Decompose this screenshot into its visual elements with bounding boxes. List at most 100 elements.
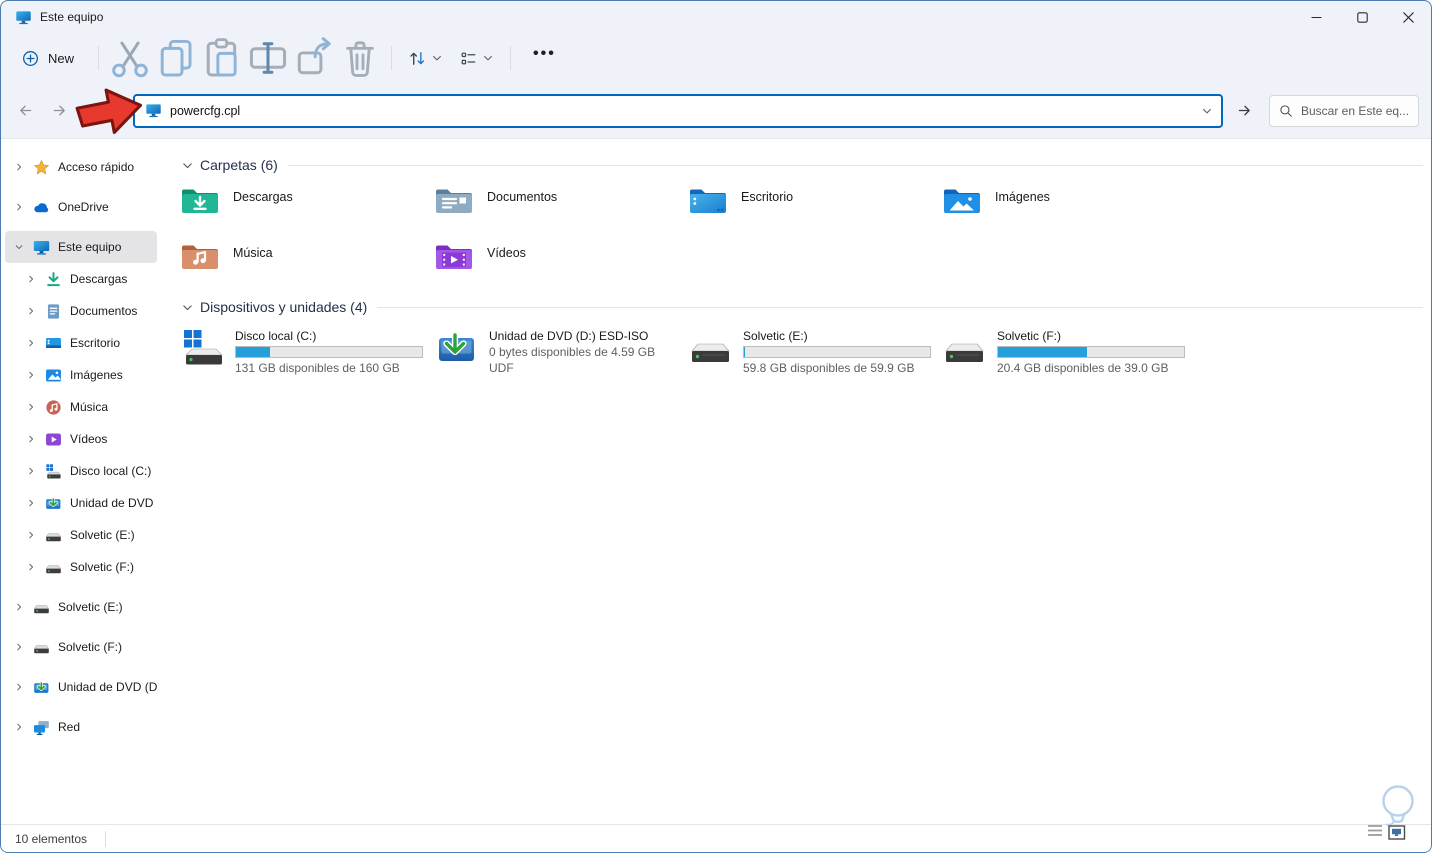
address-input[interactable] bbox=[170, 103, 1195, 118]
chevron-right-icon[interactable] bbox=[23, 527, 39, 543]
forward-button[interactable] bbox=[45, 97, 73, 125]
window-controls bbox=[1293, 1, 1431, 33]
command-bar: New ••• bbox=[1, 33, 1431, 83]
chevron-right-icon[interactable] bbox=[11, 639, 27, 655]
maximize-button[interactable] bbox=[1339, 1, 1385, 33]
downloads-folder-icon bbox=[181, 184, 219, 215]
minimize-button[interactable] bbox=[1293, 1, 1339, 33]
chevron-right-icon[interactable] bbox=[23, 271, 39, 287]
status-bar: 10 elementos bbox=[1, 824, 1431, 852]
sidebar-item-red[interactable]: Red bbox=[5, 711, 157, 743]
recent-locations-button[interactable] bbox=[77, 105, 97, 116]
chevron-down-icon[interactable] bbox=[11, 239, 27, 255]
folder-tile-musica[interactable]: Música bbox=[181, 237, 435, 293]
view-icon bbox=[459, 49, 478, 68]
sidebar-item-acceso-rapido[interactable]: Acceso rápido bbox=[5, 151, 157, 183]
desktop-folder-icon bbox=[689, 184, 727, 215]
plus-circle-icon bbox=[21, 49, 40, 68]
sidebar-item-solvetic-f[interactable]: Solvetic (F:) bbox=[5, 551, 157, 583]
hard-drive-icon bbox=[45, 527, 62, 544]
music-icon bbox=[45, 399, 62, 416]
sidebar-item-escritorio[interactable]: Escritorio bbox=[5, 327, 157, 359]
sidebar-item-solvetic-e[interactable]: Solvetic (E:) bbox=[5, 519, 157, 551]
folder-tile-imagenes[interactable]: Imágenes bbox=[943, 181, 1197, 237]
sidebar-item-documentos[interactable]: Documentos bbox=[5, 295, 157, 327]
chevron-right-icon[interactable] bbox=[23, 495, 39, 511]
go-to-button[interactable] bbox=[1229, 96, 1259, 126]
sidebar-item-imagenes[interactable]: Imágenes bbox=[5, 359, 157, 391]
sort-button[interactable] bbox=[400, 43, 451, 74]
chevron-right-icon[interactable] bbox=[11, 719, 27, 735]
folder-label: Imágenes bbox=[995, 190, 1050, 204]
close-icon bbox=[1403, 12, 1414, 23]
toolbar-divider bbox=[98, 46, 100, 70]
chevron-down-icon bbox=[431, 52, 443, 64]
go-arrow-icon bbox=[1236, 102, 1253, 119]
drive-tile-dvd-d[interactable]: Unidad de DVD (D:) ESD-ISO 0 bytes dispo… bbox=[435, 325, 689, 383]
section-title: Dispositivos y unidades (4) bbox=[200, 299, 368, 315]
sidebar-item-solvetic-f-root[interactable]: Solvetic (F:) bbox=[5, 631, 157, 663]
onedrive-cloud-icon bbox=[33, 199, 50, 216]
chevron-right-icon[interactable] bbox=[11, 599, 27, 615]
drive-name: Unidad de DVD (D:) ESD-ISO bbox=[489, 329, 649, 343]
local-disk-icon bbox=[45, 463, 62, 480]
chevron-right-icon[interactable] bbox=[23, 463, 39, 479]
drive-tile-e[interactable]: Solvetic (E:) 59.8 GB disponibles de 59.… bbox=[689, 325, 943, 383]
chevron-right-icon[interactable] bbox=[11, 159, 27, 175]
sidebar-item-solvetic-e-root[interactable]: Solvetic (E:) bbox=[5, 591, 157, 623]
downloads-icon bbox=[45, 271, 62, 288]
pictures-folder-icon bbox=[943, 184, 981, 215]
chevron-right-icon[interactable] bbox=[11, 679, 27, 695]
chevron-down-icon[interactable] bbox=[181, 159, 194, 172]
chevron-down-icon bbox=[482, 52, 494, 64]
address-bar[interactable] bbox=[133, 93, 1223, 128]
folder-tile-documentos[interactable]: Documentos bbox=[435, 181, 689, 237]
sidebar-item-label: Disco local (C:) bbox=[70, 464, 152, 478]
sidebar-item-dvd-d-root[interactable]: Unidad de DVD (D:) bbox=[5, 671, 157, 703]
item-count: 10 elementos bbox=[15, 831, 88, 846]
chevron-right-icon[interactable] bbox=[11, 199, 27, 215]
chevron-right-icon[interactable] bbox=[23, 303, 39, 319]
drive-tile-c[interactable]: Disco local (C:) 131 GB disponibles de 1… bbox=[181, 325, 435, 383]
view-button[interactable] bbox=[451, 43, 502, 74]
back-button[interactable] bbox=[11, 97, 39, 125]
see-more-button[interactable]: ••• bbox=[519, 45, 570, 71]
sidebar-item-videos[interactable]: Vídeos bbox=[5, 423, 157, 455]
sidebar-item-musica[interactable]: Música bbox=[5, 391, 157, 423]
new-button[interactable]: New bbox=[11, 43, 90, 74]
chevron-right-icon[interactable] bbox=[23, 367, 39, 383]
this-pc-icon bbox=[15, 10, 32, 25]
this-pc-icon bbox=[33, 239, 50, 256]
minimize-icon bbox=[1311, 12, 1322, 23]
sidebar-item-onedrive[interactable]: OneDrive bbox=[5, 191, 157, 223]
close-button[interactable] bbox=[1385, 1, 1431, 33]
drive-tile-f[interactable]: Solvetic (F:) 20.4 GB disponibles de 39.… bbox=[943, 325, 1197, 383]
folder-tile-escritorio[interactable]: Escritorio bbox=[689, 181, 943, 237]
drive-name: Disco local (C:) bbox=[235, 329, 317, 343]
toolbar-divider bbox=[391, 46, 393, 70]
chevron-right-icon[interactable] bbox=[23, 335, 39, 351]
search-box[interactable]: Buscar en Este eq... bbox=[1269, 94, 1419, 127]
forward-arrow-icon bbox=[51, 102, 68, 119]
folder-tile-descargas[interactable]: Descargas bbox=[181, 181, 435, 237]
sidebar-item-descargas[interactable]: Descargas bbox=[5, 263, 157, 295]
chevron-right-icon[interactable] bbox=[23, 559, 39, 575]
chevron-down-icon[interactable] bbox=[1201, 105, 1213, 117]
section-divider bbox=[377, 306, 1423, 308]
desktop-icon bbox=[45, 335, 62, 352]
sidebar-item-este-equipo[interactable]: Este equipo bbox=[5, 231, 157, 263]
chevron-right-icon[interactable] bbox=[23, 399, 39, 415]
sidebar-item-dvd-d[interactable]: Unidad de DVD (D: bbox=[5, 487, 157, 519]
videos-folder-icon bbox=[435, 240, 473, 271]
navigation-pane: Acceso rápido OneDrive Este equipo Desca… bbox=[1, 139, 161, 824]
quick-access-star-icon bbox=[33, 159, 50, 176]
sidebar-item-disco-local-c[interactable]: Disco local (C:) bbox=[5, 455, 157, 487]
section-header-carpetas[interactable]: Carpetas (6) bbox=[181, 153, 1423, 177]
chevron-right-icon[interactable] bbox=[23, 431, 39, 447]
local-disk-icon bbox=[181, 329, 225, 367]
folder-tile-videos[interactable]: Vídeos bbox=[435, 237, 689, 293]
chevron-down-icon[interactable] bbox=[181, 301, 194, 314]
sidebar-item-label: Solvetic (E:) bbox=[58, 600, 123, 614]
drives-grid: Disco local (C:) 131 GB disponibles de 1… bbox=[181, 325, 1423, 383]
section-header-dispositivos[interactable]: Dispositivos y unidades (4) bbox=[181, 295, 1423, 319]
